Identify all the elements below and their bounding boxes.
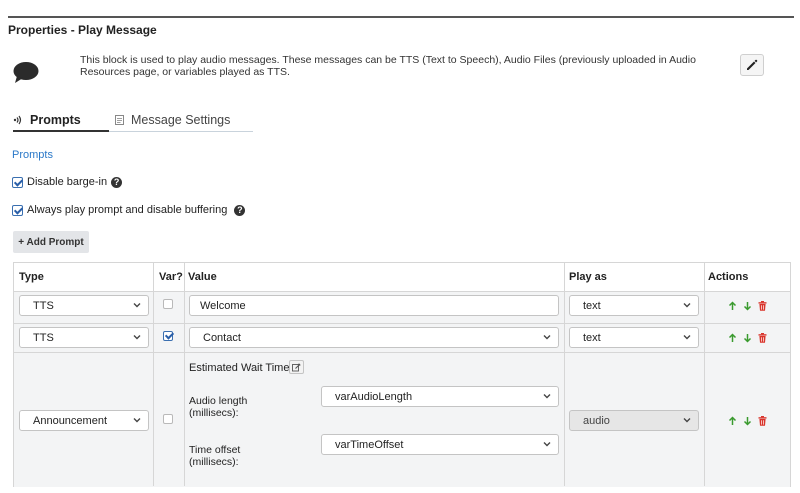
disable-barge-in-label: Disable barge-in <box>27 176 108 188</box>
arrow-up-icon[interactable] <box>728 416 737 426</box>
tab-message-settings-label: Message Settings <box>131 112 231 127</box>
chevron-down-icon <box>543 442 551 447</box>
chevron-down-icon <box>683 303 691 308</box>
always-play-row: Always play prompt and disable buffering… <box>12 204 246 216</box>
pencil-icon <box>747 59 758 70</box>
play-as-select: audio <box>569 410 699 431</box>
value-select[interactable]: Contact <box>189 327 559 348</box>
add-prompt-button[interactable]: + Add Prompt <box>13 231 89 253</box>
top-divider <box>8 16 794 18</box>
var-checkbox[interactable] <box>163 414 173 424</box>
tab-message-settings[interactable]: Message Settings <box>115 109 230 130</box>
chevron-down-icon <box>133 335 141 340</box>
edit-announcement-button[interactable] <box>289 360 304 374</box>
arrow-down-icon[interactable] <box>743 416 752 426</box>
var-checkbox[interactable] <box>163 299 173 309</box>
play-as-select[interactable]: text <box>569 327 699 348</box>
disable-barge-in-checkbox[interactable] <box>12 176 23 188</box>
audio-length-label: Audio length (millisecs): <box>189 395 248 419</box>
header-type: Type <box>19 271 44 283</box>
value-input[interactable]: Welcome <box>189 295 559 316</box>
arrow-up-icon[interactable] <box>728 333 737 343</box>
arrow-up-icon[interactable] <box>728 301 737 311</box>
help-icon[interactable]: ? <box>111 176 123 188</box>
prompts-table: Type Var? Value Play as Actions TTS Welc… <box>13 262 791 487</box>
play-as-select[interactable]: text <box>569 295 699 316</box>
chevron-down-icon <box>683 335 691 340</box>
tab-bar: Prompts Message Settings <box>13 109 253 132</box>
row-actions <box>728 301 767 311</box>
edit-button[interactable] <box>740 54 764 76</box>
time-offset-label: Time offset (millisecs): <box>189 444 241 468</box>
chevron-down-icon <box>543 335 551 340</box>
header-actions: Actions <box>708 271 749 283</box>
arrow-down-icon[interactable] <box>743 333 752 343</box>
announcement-name: Estimated Wait Time <box>189 362 290 374</box>
header-value: Value <box>188 271 217 283</box>
panel-title: Properties - Play Message <box>8 23 157 37</box>
var-checkbox[interactable] <box>163 331 173 341</box>
tab-prompts-label: Prompts <box>30 112 81 127</box>
header-var: Var? <box>159 271 183 283</box>
always-play-checkbox[interactable] <box>12 204 23 216</box>
chevron-down-icon <box>543 394 551 399</box>
row-actions <box>728 416 767 426</box>
tab-prompts[interactable]: Prompts <box>13 109 109 132</box>
trash-icon[interactable] <box>758 416 767 426</box>
document-icon <box>115 114 124 125</box>
disable-barge-in-row: Disable barge-in ? <box>12 176 123 188</box>
edit-icon <box>292 362 301 371</box>
chevron-down-icon <box>683 418 691 423</box>
trash-icon[interactable] <box>758 301 767 311</box>
trash-icon[interactable] <box>758 333 767 343</box>
chevron-down-icon <box>133 418 141 423</box>
type-select[interactable]: TTS <box>19 295 149 316</box>
audio-length-select[interactable]: varAudioLength <box>321 386 559 407</box>
chevron-down-icon <box>133 303 141 308</box>
row-actions <box>728 333 767 343</box>
audio-wave-icon <box>13 115 23 125</box>
block-description: This block is used to play audio message… <box>80 54 696 78</box>
always-play-label: Always play prompt and disable buffering <box>27 204 228 216</box>
arrow-down-icon[interactable] <box>743 301 752 311</box>
header-play-as: Play as <box>569 271 607 283</box>
help-icon[interactable]: ? <box>234 204 246 216</box>
time-offset-select[interactable]: varTimeOffset <box>321 434 559 455</box>
type-select[interactable]: TTS <box>19 327 149 348</box>
chat-bubble-icon <box>13 62 39 83</box>
prompts-section-link[interactable]: Prompts <box>12 149 53 161</box>
type-select[interactable]: Announcement <box>19 410 149 431</box>
